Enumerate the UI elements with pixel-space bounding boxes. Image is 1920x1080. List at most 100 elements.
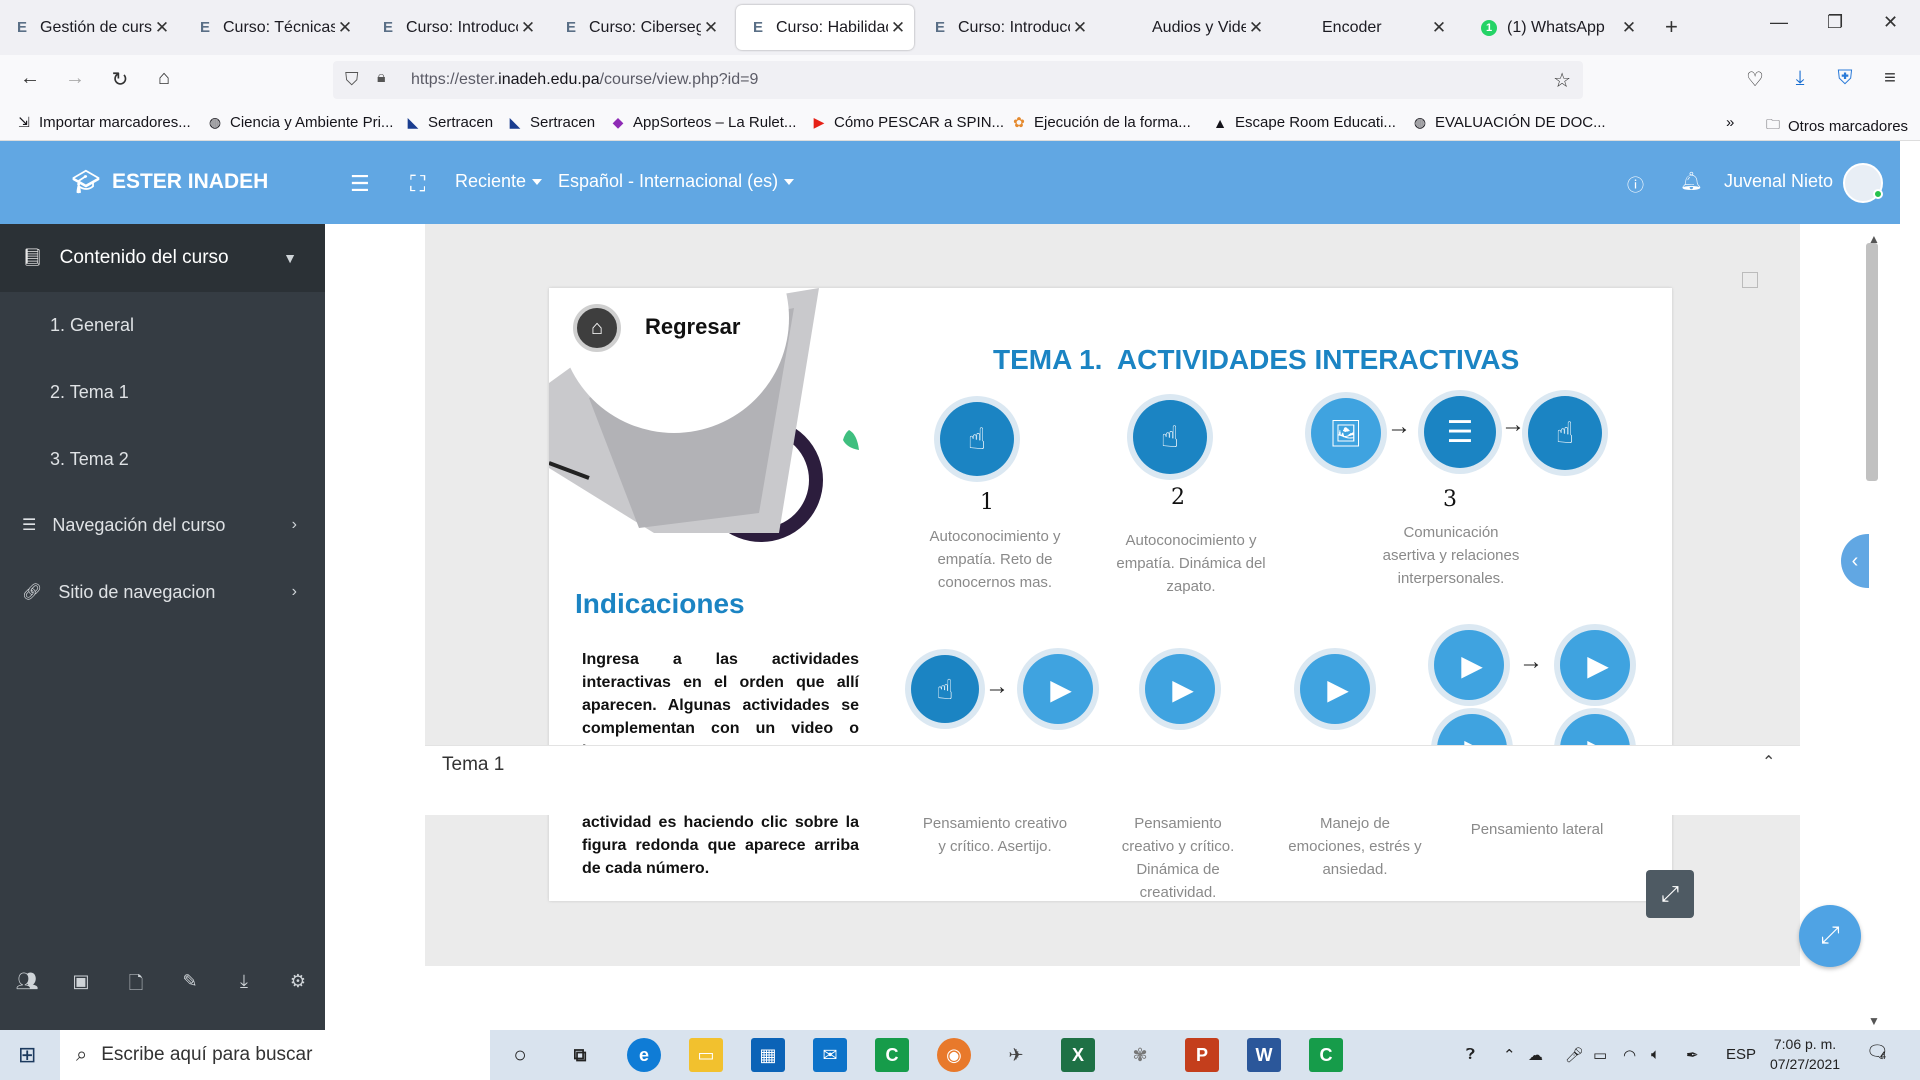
help-icon[interactable]: ❓︎ <box>1466 1046 1475 1063</box>
word-icon[interactable]: W <box>1247 1038 1281 1072</box>
bookmark-item[interactable]: ▶ Cómo PESCAR a SPIN... <box>811 114 1004 131</box>
close-tab-icon[interactable]: ✕ <box>152 18 172 38</box>
file-icon[interactable]: 🗋︎ <box>124 971 148 1001</box>
extension-shield-icon[interactable]: ⛨ <box>1831 67 1859 90</box>
download-icon[interactable]: ⤓ <box>232 971 256 992</box>
back-button-label[interactable]: Regresar <box>645 314 740 340</box>
microphone-icon[interactable]: 🎤︎ <box>1565 1046 1584 1064</box>
expand-icon[interactable]: ⤢ <box>1646 870 1694 918</box>
sidebar-item-tema1[interactable]: 2. Tema 1 <box>0 365 325 419</box>
store-icon[interactable]: ▦ <box>751 1038 785 1072</box>
drawer-toggle-button[interactable]: ‹ <box>1841 534 1869 588</box>
activity-7b-button[interactable]: ▶ <box>1560 630 1630 700</box>
language-indicator[interactable]: ESP <box>1726 1046 1756 1063</box>
excel-icon[interactable]: X <box>1061 1038 1095 1072</box>
close-tab-icon[interactable]: ✕ <box>888 18 908 38</box>
users-icon[interactable]: 👥︎ <box>15 971 39 992</box>
windows-start-icon[interactable]: ⊞ <box>18 1042 36 1068</box>
download-icon[interactable]: ⤓ <box>1786 67 1814 90</box>
new-tab-icon[interactable]: + <box>1665 14 1678 40</box>
close-tab-icon[interactable]: ✕ <box>518 18 538 38</box>
tab-introduccion[interactable]: E Curso: Introducci ✕ <box>366 5 544 50</box>
archive-icon[interactable]: ▣ <box>69 971 93 992</box>
activity-7a-button[interactable]: ▶ <box>1434 630 1504 700</box>
activity-3-text-button[interactable]: ☰ <box>1424 396 1496 468</box>
language-dropdown[interactable]: Español - Internacional (es) <box>558 171 795 192</box>
site-brand[interactable]: 🎓︎ ESTER INADEH <box>72 169 268 195</box>
sidebar-item-course-navigation[interactable]: ☰ Navegación del curso › <box>0 498 325 552</box>
brush-icon[interactable]: ✎ <box>178 971 202 992</box>
chevron-down-icon[interactable]: ▼ <box>283 250 297 266</box>
bookmark-item[interactable]: ◣ Sertracen <box>405 114 493 131</box>
hamburger-menu-icon[interactable]: ☰ <box>350 171 370 197</box>
activity-5-button[interactable]: ▶ <box>1145 654 1215 724</box>
back-icon[interactable]: ← <box>16 67 44 90</box>
section-checkbox[interactable] <box>1742 272 1758 288</box>
close-tab-icon[interactable]: ✕ <box>335 18 355 38</box>
bookmark-item[interactable]: ◍ EVALUACIÓN DE DOC... <box>1412 114 1606 131</box>
file-explorer-icon[interactable]: ▭ <box>689 1038 723 1072</box>
url-bar[interactable]: ⛉ 🔒︎ https://ester.inadeh.edu.pa/course/… <box>333 61 1583 99</box>
bookmark-item[interactable]: ✿ Ejecución de la forma... <box>1011 114 1191 131</box>
volume-icon[interactable]: 🔈︎ <box>1651 1046 1660 1063</box>
home-icon[interactable]: ⌂ <box>150 67 178 90</box>
tab-audios[interactable]: Audios y Videos ·✕ <box>1112 5 1272 50</box>
activity-1-button[interactable]: ☝ <box>940 402 1014 476</box>
pen-icon[interactable]: ✒ <box>1686 1046 1699 1064</box>
sidebar-item-site-navigation[interactable]: 🔗︎ Sitio de navegacion › <box>0 565 325 619</box>
forward-icon[interactable]: → <box>61 67 89 90</box>
app-icon[interactable]: ✈ <box>999 1038 1033 1072</box>
more-bookmarks-icon[interactable]: » <box>1726 114 1734 131</box>
collapse-chevron-icon[interactable]: ⌃ <box>1762 752 1775 772</box>
firefox-icon[interactable]: ◉ <box>937 1038 971 1072</box>
sidebar-item-tema2[interactable]: 3. Tema 2 <box>0 432 325 486</box>
tab-gestion[interactable]: E Gestión de curso:✕ <box>0 5 178 50</box>
clock[interactable]: 7:06 p. m. 07/27/2021 <box>1770 1034 1840 1074</box>
tab-whatsapp[interactable]: 1 (1) WhatsApp ✕ <box>1467 5 1645 50</box>
avatar[interactable] <box>1843 163 1883 203</box>
bookmark-item[interactable]: ◍ Ciencia y Ambiente Pri... <box>207 114 394 131</box>
edge-icon[interactable]: e <box>627 1038 661 1072</box>
taskbar-search[interactable]: ⌕ Escribe aquí para buscar <box>60 1030 490 1080</box>
tab-ciberseguridad[interactable]: E Curso: Cibersegu✕ <box>549 5 727 50</box>
sidebar-course-content[interactable]: 📘︎ Contenido del curso ▼ <box>0 224 325 292</box>
camtasia-icon[interactable]: C <box>875 1038 909 1072</box>
section-title[interactable]: Tema 1 <box>442 754 504 776</box>
close-tab-icon[interactable]: ✕ <box>1619 18 1639 38</box>
cortana-icon[interactable]: ○ <box>503 1038 537 1072</box>
reload-icon[interactable]: ↻ <box>106 67 134 92</box>
close-tab-icon[interactable]: ✕ <box>1246 18 1266 38</box>
camtasia-icon[interactable]: C <box>1309 1038 1343 1072</box>
app-icon[interactable]: ✾ <box>1123 1038 1157 1072</box>
activity-2-button[interactable]: ☝ <box>1133 400 1207 474</box>
mail-icon[interactable]: ✉ <box>813 1038 847 1072</box>
activity-6-button[interactable]: ▶ <box>1300 654 1370 724</box>
other-bookmarks[interactable]: 🗀︎ Otros marcadores <box>1765 114 1908 138</box>
bookmark-item[interactable]: ◣ Sertracen <box>507 114 595 131</box>
bookmark-item[interactable]: ◆ AppSorteos – La Rulet... <box>610 114 797 131</box>
activity-4-video-button[interactable]: ▶ <box>1023 654 1093 724</box>
chevron-up-icon[interactable]: ⌃ <box>1503 1046 1516 1064</box>
tab-habilidades[interactable]: E Curso: Habilidad ✕ <box>736 5 914 50</box>
scrollbar-thumb[interactable] <box>1866 243 1878 481</box>
battery-icon[interactable]: ▭ <box>1593 1046 1607 1064</box>
pocket-icon[interactable]: ♡ <box>1741 67 1769 92</box>
menu-icon[interactable]: ≡ <box>1876 67 1904 90</box>
tab-encoder[interactable]: Encoder ✕ <box>1295 5 1455 50</box>
activity-4-button[interactable]: ☝ <box>911 655 979 723</box>
recent-dropdown[interactable]: Reciente <box>455 171 543 192</box>
help-icon[interactable]: ⓘ <box>1627 171 1644 196</box>
user-menu[interactable]: Juvenal Nieto <box>1724 171 1833 192</box>
home-icon[interactable]: ⌂ <box>573 304 621 352</box>
task-view-icon[interactable]: ⧉ <box>563 1038 597 1072</box>
bookmark-item[interactable]: ▲ Escape Room Educati... <box>1212 114 1396 131</box>
bookmark-star-icon[interactable]: ☆ <box>1553 68 1571 93</box>
fullscreen-icon[interactable]: ⛶ <box>410 171 425 197</box>
tab-introduccion-2[interactable]: E Curso: Introducci ✕ <box>918 5 1096 50</box>
settings-icon[interactable]: ⚙ <box>286 971 310 992</box>
close-tab-icon[interactable]: ✕ <box>1429 18 1449 38</box>
powerpoint-icon[interactable]: P <box>1185 1038 1219 1072</box>
bell-icon[interactable]: 🔔︎ <box>1680 171 1703 192</box>
bookmark-item[interactable]: ⇲ Importar marcadores... <box>16 114 191 131</box>
activity-3-button[interactable]: ☝ <box>1528 396 1602 470</box>
